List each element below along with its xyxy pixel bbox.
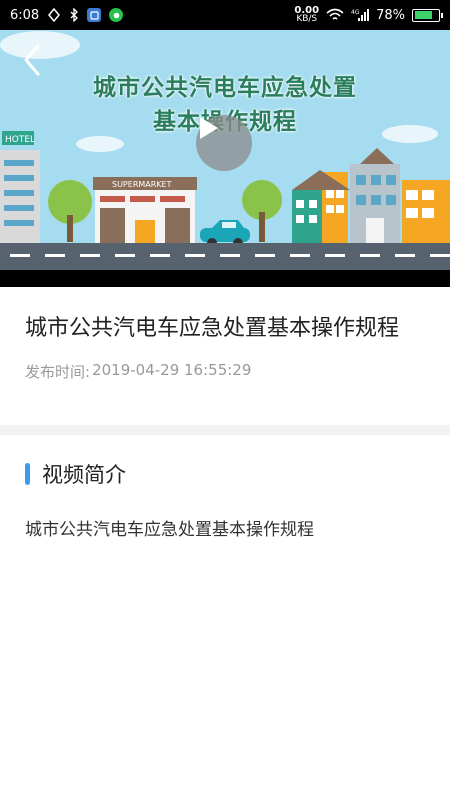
play-icon xyxy=(200,117,218,139)
play-button[interactable] xyxy=(196,115,252,171)
bluetooth-icon xyxy=(69,8,79,22)
video-title-line1: 城市公共汽电车应急处置 xyxy=(93,75,357,101)
video-info: 城市公共汽电车应急处置基本操作规程 发布时间: 2019-04-29 16:55… xyxy=(0,287,450,425)
signal-icon: 4G xyxy=(351,8,370,22)
network-speed: 0.00 KB/S xyxy=(294,5,320,24)
intro-text: 城市公共汽电车应急处置基本操作规程 xyxy=(25,520,314,540)
publish-time: 发布时间: 2019-04-29 16:55:29 xyxy=(25,361,425,382)
accent-bar xyxy=(25,463,30,485)
publish-time-label: 发布时间: xyxy=(25,363,91,381)
app-notification-icon xyxy=(87,8,102,22)
battery-icon xyxy=(412,8,443,22)
video-title: 城市公共汽电车应急处置基本操作规程 xyxy=(25,316,400,341)
network-type: 4G xyxy=(351,9,360,16)
section-header: 视频简介 xyxy=(25,459,425,489)
status-bar: 6:08 0.00 KB/S 4G 78% xyxy=(0,0,450,30)
battery-percent: 78% xyxy=(376,7,405,23)
supermarket-sign: SUPERMARKET xyxy=(112,180,172,189)
clock: 6:08 xyxy=(10,7,40,23)
video-player[interactable]: HOTEL SUPERMARKET 城市公共汽电车应急处置 xyxy=(0,30,450,287)
video-intro-section: 视频简介 城市公共汽电车应急处置基本操作规程 xyxy=(0,435,450,564)
battery-level xyxy=(414,11,433,19)
wechat-icon xyxy=(109,8,124,22)
wifi-icon xyxy=(326,8,344,22)
section-divider xyxy=(0,425,450,435)
sync-icon xyxy=(47,8,61,22)
supermarket-building: SUPERMARKET xyxy=(93,177,197,243)
publish-time-value: 2019-04-29 16:55:29 xyxy=(92,361,252,379)
hotel-sign: HOTEL xyxy=(5,135,35,145)
section-title: 视频简介 xyxy=(42,463,126,487)
